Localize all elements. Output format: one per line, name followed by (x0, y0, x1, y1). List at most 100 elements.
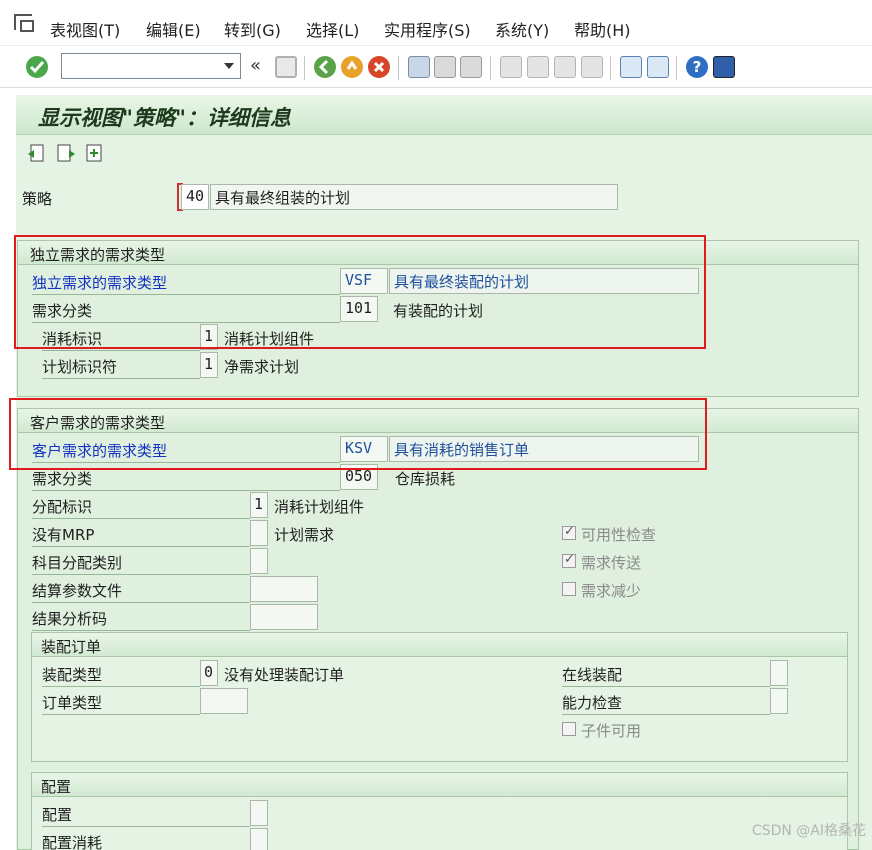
cust-acct-label: 科目分配类别 (32, 554, 123, 572)
other-entry-icon[interactable] (83, 142, 105, 166)
cust-alloc-label: 分配标识 (32, 498, 93, 516)
screen-title-bar: 显示视图"策略"：详细信息 (16, 95, 872, 135)
capacity-check-label: 能力检查 (562, 694, 623, 712)
help-icon[interactable]: ? (686, 56, 708, 78)
menu-help[interactable]: 帮助(H) (574, 17, 631, 41)
avail-check-checkbox[interactable] (562, 524, 576, 540)
order-type-label: 订单类型 (42, 694, 103, 712)
cust-class-desc: 仓库损耗 (395, 470, 456, 488)
assembly-type-code-field[interactable]: 0 (200, 660, 218, 686)
toolbar-separator (490, 56, 491, 80)
cust-nomrp-label: 没有MRP (32, 526, 95, 544)
strategy-desc-field: 具有最终组装的计划 (210, 184, 618, 210)
online-assembly-field[interactable] (770, 660, 788, 686)
cust-alloc-code-field[interactable]: 1 (250, 492, 268, 518)
highlight-box-independent (14, 235, 706, 349)
capacity-check-field[interactable] (770, 688, 788, 714)
cust-class-label: 需求分类 (32, 470, 93, 488)
next-entry-icon[interactable] (55, 142, 77, 166)
req-reduce-checkbox[interactable] (562, 582, 576, 596)
group-header: 配置 (32, 773, 847, 797)
indep-plan-label: 计划标识符 (42, 358, 118, 376)
label-underline (562, 686, 770, 687)
label-underline (32, 602, 250, 603)
config-label: 配置 (42, 806, 73, 824)
first-page-icon[interactable] (500, 56, 522, 78)
label-underline (32, 630, 250, 631)
save-icon[interactable] (275, 56, 297, 78)
command-field[interactable] (61, 53, 241, 79)
label-underline (42, 686, 200, 687)
strategy-code-field[interactable]: 40 (181, 184, 209, 210)
menu-system[interactable]: 系统(Y) (495, 17, 549, 41)
standard-toolbar: « ? (0, 46, 872, 88)
new-session-icon[interactable] (620, 56, 642, 78)
req-reduce-label: 需求减少 (581, 582, 642, 600)
system-menu-icon[interactable] (14, 14, 34, 32)
label-underline (562, 714, 770, 715)
label-underline (32, 546, 250, 547)
next-page-icon[interactable] (554, 56, 576, 78)
assembly-order-group: 装配订单 (31, 632, 848, 762)
cust-settle-label: 结算参数文件 (32, 582, 123, 600)
check-icon[interactable] (26, 56, 48, 78)
cust-settle-field[interactable] (250, 576, 318, 602)
toolbar-separator (398, 56, 399, 80)
assembly-type-desc: 没有处理装配订单 (224, 666, 345, 684)
config-consume-label: 配置消耗 (42, 834, 103, 850)
layout-icon[interactable] (713, 56, 735, 78)
group-header: 装配订单 (32, 633, 847, 657)
previous-entry-icon[interactable] (26, 142, 48, 166)
component-avail-label: 子件可用 (581, 722, 642, 740)
order-type-field[interactable] (200, 688, 248, 714)
avail-check-label: 可用性检查 (581, 526, 657, 544)
back-icon[interactable] (314, 56, 336, 78)
label-underline (32, 490, 340, 491)
cancel-icon[interactable] (368, 56, 390, 78)
label-underline (32, 574, 250, 575)
highlight-box-customer (9, 398, 707, 470)
label-underline (42, 350, 200, 351)
shortcut-icon[interactable] (647, 56, 669, 78)
menu-bar: 表视图(T) 编辑(E) 转到(G) 选择(L) 实用程序(S) 系统(Y) 帮… (0, 0, 872, 46)
cust-result-field[interactable] (250, 604, 318, 630)
strategy-label: 策略 (22, 190, 53, 208)
exit-icon[interactable] (341, 56, 363, 78)
online-assembly-label: 在线装配 (562, 666, 623, 684)
find-next-icon[interactable] (460, 56, 482, 78)
assembly-type-label: 装配类型 (42, 666, 103, 684)
configuration-group: 配置 (31, 772, 848, 850)
menu-table-view[interactable]: 表视图(T) (50, 17, 120, 41)
last-page-icon[interactable] (581, 56, 603, 78)
indep-plan-code-field[interactable]: 1 (200, 352, 218, 378)
component-avail-checkbox[interactable] (562, 722, 576, 736)
cust-nomrp-desc: 计划需求 (274, 526, 335, 544)
back-nav-icon[interactable]: « (250, 56, 272, 78)
label-underline (42, 378, 200, 379)
menu-goto[interactable]: 转到(G) (224, 17, 281, 41)
find-icon[interactable] (434, 56, 456, 78)
menu-select[interactable]: 选择(L) (306, 17, 359, 41)
menu-edit[interactable]: 编辑(E) (146, 17, 201, 41)
prev-page-icon[interactable] (527, 56, 549, 78)
label-underline (32, 518, 250, 519)
toolbar-separator (610, 56, 611, 80)
cust-alloc-desc: 消耗计划组件 (274, 498, 365, 516)
label-underline (42, 826, 250, 827)
cust-acct-field[interactable] (250, 548, 268, 574)
watermark: CSDN @AI格桑花 (751, 823, 866, 839)
req-transfer-checkbox[interactable] (562, 552, 576, 568)
config-field[interactable] (250, 800, 268, 826)
page-title: 显示视图"策略"：详细信息 (38, 105, 291, 130)
indep-plan-desc: 净需求计划 (224, 358, 300, 376)
print-icon[interactable] (408, 56, 430, 78)
label-underline (42, 714, 200, 715)
cust-result-label: 结果分析码 (32, 610, 108, 628)
menu-utilities[interactable]: 实用程序(S) (384, 17, 471, 41)
chevron-down-icon[interactable] (224, 63, 234, 69)
config-consume-field[interactable] (250, 828, 268, 850)
req-transfer-label: 需求传送 (581, 554, 642, 572)
toolbar-separator (676, 56, 677, 80)
toolbar-separator (304, 56, 305, 80)
cust-nomrp-field[interactable] (250, 520, 268, 546)
